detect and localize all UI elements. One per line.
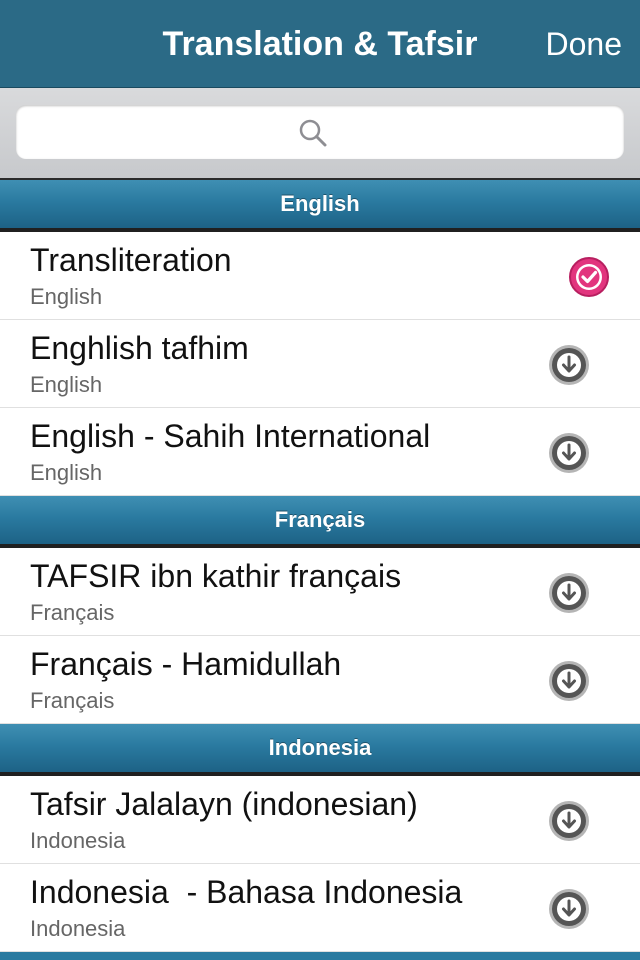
download-icon[interactable] (548, 572, 590, 614)
download-icon[interactable] (548, 660, 590, 702)
list-item-title: Transliteration (30, 242, 232, 278)
list-item-english-sahih-international[interactable]: English - Sahih International English (0, 408, 640, 496)
list-item-transliteration[interactable]: Transliteration English (0, 232, 640, 320)
list-item-subtitle: English (30, 460, 103, 485)
list-item-title: Indonesia - Bahasa Indonesia (30, 874, 463, 910)
section-header-english: English (0, 180, 640, 232)
page-title: Translation & Tafsir (162, 25, 478, 63)
next-section-header-edge (0, 952, 640, 960)
list-item-tafsir-ibn-kathir[interactable]: TAFSIR ibn kathir français Français (0, 548, 640, 636)
list-item-subtitle: Français (30, 600, 115, 625)
section-header-indonesia: Indonesia (0, 724, 640, 776)
download-icon[interactable] (548, 800, 590, 842)
list-item-bahasa-indonesia[interactable]: Indonesia - Bahasa Indonesia Indonesia (0, 864, 640, 952)
list-item-subtitle: Français (30, 688, 115, 713)
list-item-subtitle: English (30, 284, 103, 309)
list-item-enghlish-tafhim[interactable]: Enghlish tafhim English (0, 320, 640, 408)
done-button[interactable]: Done (546, 0, 623, 88)
navigation-bar: Translation & Tafsir Done (0, 0, 640, 88)
section-header-francais: Français (0, 496, 640, 548)
list-item-francais-hamidullah[interactable]: Français - Hamidullah Français (0, 636, 640, 724)
list-item-title: English - Sahih International (30, 418, 431, 454)
list-item-title: TAFSIR ibn kathir français (30, 558, 402, 594)
list-item-subtitle: Indonesia (30, 828, 126, 853)
list-item-title: Enghlish tafhim (30, 330, 249, 366)
search-icon (299, 119, 327, 147)
download-icon[interactable] (548, 344, 590, 386)
list-item-subtitle: English (30, 372, 103, 397)
list-item-title: Tafsir Jalalayn (indonesian) (30, 786, 418, 822)
list-item-subtitle: Indonesia (30, 916, 126, 941)
check-icon[interactable] (568, 256, 610, 298)
download-icon[interactable] (548, 432, 590, 474)
download-icon[interactable] (548, 888, 590, 930)
list-item-tafsir-jalalayn[interactable]: Tafsir Jalalayn (indonesian) Indonesia (0, 776, 640, 864)
list-item-title: Français - Hamidullah (30, 646, 342, 682)
